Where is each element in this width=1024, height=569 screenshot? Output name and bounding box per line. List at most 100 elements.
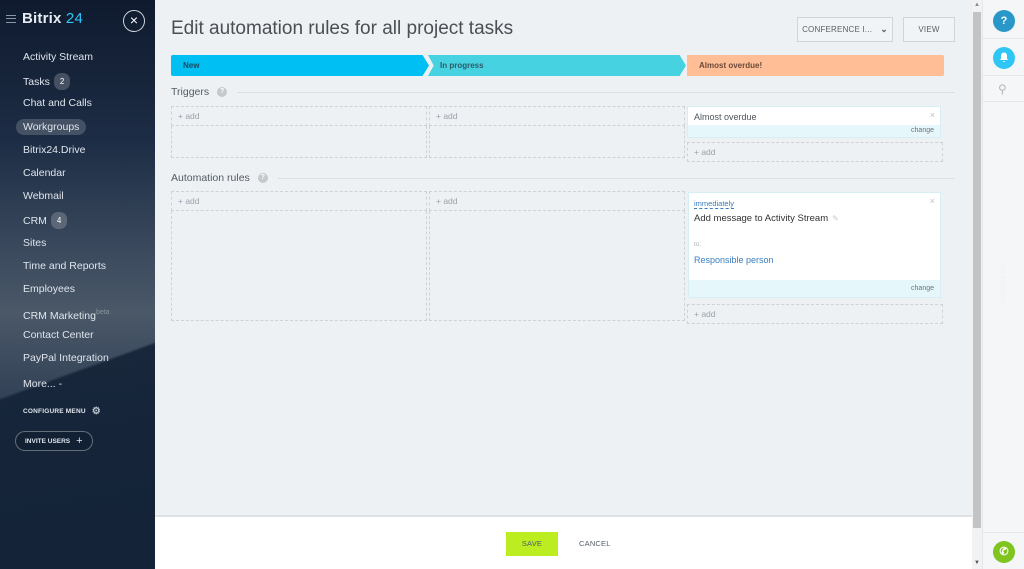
add-rule-in-progress[interactable]: + add: [429, 191, 685, 211]
logo[interactable]: Bitrix 24: [22, 10, 83, 27]
sidebar-item-webmail[interactable]: Webmail: [0, 185, 155, 208]
add-rule-new[interactable]: + add: [171, 191, 427, 211]
scroll-down-arrow-icon[interactable]: ▼: [974, 560, 980, 566]
divider: [983, 75, 1024, 76]
sidebar-item-label: Activity Stream: [23, 51, 94, 63]
rule-column-new: [171, 211, 427, 321]
stage-bar: New In progress Almost overdue!: [171, 55, 945, 76]
notifications-button[interactable]: [993, 47, 1015, 69]
sidebar-item-workgroups[interactable]: Workgroups: [0, 116, 155, 139]
sidebar-item-label: Calendar: [23, 166, 66, 179]
sidebar-item-calendar[interactable]: Calendar: [0, 162, 155, 185]
sidebar-item-label: Chat and Calls: [23, 97, 92, 110]
footer-bar: SAVE CANCEL: [155, 515, 972, 569]
sidebar-item-crm-marketing[interactable]: CRM Marketingbeta: [0, 301, 155, 324]
close-slider-button[interactable]: ×: [123, 10, 145, 32]
hamburger-menu-icon[interactable]: [6, 14, 16, 23]
phone-icon: ✆: [999, 546, 1009, 558]
chevron-down-icon: ⌄: [880, 24, 888, 34]
rule-card[interactable]: immediately × Add message to Activity St…: [688, 192, 941, 298]
rules-title: Automation rules: [171, 172, 250, 184]
sidebar: Bitrix 24 × Activity Stream Tasks 2 Chat …: [0, 0, 155, 569]
sidebar-item-crm[interactable]: CRM 4: [0, 208, 155, 231]
counter-badge: 2: [53, 73, 71, 91]
right-panel: ? ⚲ No contacts ✆: [982, 0, 1024, 569]
view-button-label: VIEW: [918, 25, 940, 34]
counter-badge: 4: [50, 212, 68, 230]
sidebar-item-label: Employees: [23, 282, 75, 295]
divider: [983, 101, 1024, 102]
divider: [983, 38, 1024, 39]
help-icon[interactable]: ?: [257, 173, 268, 183]
scroll-up-arrow-icon[interactable]: ▲: [974, 2, 980, 8]
trigger-change-link[interactable]: change: [688, 125, 940, 137]
rules-heading: Automation rules ?: [171, 172, 955, 184]
conference-dropdown[interactable]: CONFERENCE I... ⌄: [797, 17, 893, 42]
sidebar-item-chat-and-calls[interactable]: Chat and Calls: [0, 92, 155, 115]
sidebar-item-label: CRM Marketing: [23, 310, 96, 323]
rule-change-link[interactable]: change: [689, 280, 940, 297]
call-button[interactable]: ✆: [993, 541, 1015, 563]
close-icon: ×: [129, 12, 139, 28]
logo-number: 24: [65, 10, 84, 27]
trigger-card[interactable]: Almost overdue × change: [687, 106, 941, 138]
search-icon[interactable]: ⚲: [998, 82, 1007, 96]
divider: [277, 177, 955, 179]
scrollbar[interactable]: ▲ ▼: [972, 0, 982, 569]
sidebar-item-paypal-integration[interactable]: PayPal Integration: [0, 347, 155, 370]
sidebar-item-label: PayPal Integration: [23, 352, 109, 365]
sidebar-item-time-and-reports[interactable]: Time and Reports: [0, 255, 155, 278]
configure-menu-button[interactable]: CONFIGURE MENU ⚙: [23, 406, 101, 417]
sidebar-item-label: Workgroups: [16, 118, 87, 135]
scrollbar-thumb[interactable]: [973, 12, 981, 528]
triggers-heading: Triggers ?: [171, 86, 955, 98]
cancel-button[interactable]: CANCEL: [579, 532, 611, 556]
help-button[interactable]: ?: [993, 10, 1015, 32]
stage-in-progress: In progress: [428, 55, 686, 76]
help-icon[interactable]: ?: [217, 87, 228, 97]
rule-title-text: Add message to Activity Stream: [694, 213, 829, 224]
triggers-title: Triggers: [171, 86, 210, 98]
sidebar-item-label: More... -: [23, 377, 63, 390]
trigger-column-new: [171, 126, 427, 158]
pencil-icon[interactable]: ✎: [832, 214, 839, 223]
conference-dropdown-label: CONFERENCE I...: [802, 25, 873, 34]
add-trigger-in-progress[interactable]: + add: [429, 106, 685, 126]
add-trigger-new[interactable]: + add: [171, 106, 427, 126]
rule-column-in-progress: [429, 211, 685, 321]
rule-timing-link[interactable]: immediately: [694, 199, 735, 209]
sidebar-item-label: Tasks: [23, 76, 50, 89]
sidebar-item-activity-stream[interactable]: Activity Stream: [0, 46, 155, 69]
close-icon[interactable]: ×: [930, 110, 935, 120]
logo-row: Bitrix 24: [6, 10, 83, 27]
sidebar-item-tasks[interactable]: Tasks 2: [0, 69, 155, 92]
close-icon[interactable]: ×: [930, 196, 935, 206]
stage-almost-overdue: Almost overdue!: [687, 55, 944, 76]
add-rule-almost-overdue[interactable]: + add: [687, 304, 943, 324]
add-trigger-almost-overdue[interactable]: + add: [687, 142, 943, 162]
help-icon: ?: [1000, 15, 1008, 27]
sidebar-item-employees[interactable]: Employees: [0, 278, 155, 301]
main-panel: Edit automation rules for all project ta…: [155, 0, 972, 569]
sidebar-item-drive[interactable]: Bitrix24.Drive: [0, 139, 155, 162]
sidebar-item-more[interactable]: More... -: [0, 373, 155, 396]
sidebar-item-sites[interactable]: Sites: [0, 232, 155, 255]
sidebar-item-label: Time and Reports: [23, 259, 107, 272]
sidebar-item-label: Webmail: [23, 190, 64, 203]
logo-name: Bitrix: [22, 10, 62, 27]
sidebar-item-label: CRM: [23, 215, 47, 228]
sidebar-menu: Activity Stream Tasks 2 Chat and Calls Wo…: [0, 46, 155, 396]
view-button[interactable]: VIEW: [903, 17, 955, 42]
sidebar-item-contact-center[interactable]: Contact Center: [0, 324, 155, 347]
sidebar-item-label: Sites: [23, 236, 47, 249]
save-button[interactable]: SAVE: [506, 532, 558, 556]
invite-users-button[interactable]: INVITE USERS +: [15, 431, 93, 451]
plus-icon: +: [76, 435, 83, 447]
divider: [983, 532, 1024, 533]
divider: [237, 91, 955, 93]
sidebar-item-label: Contact Center: [23, 329, 94, 342]
rule-recipient[interactable]: Responsible person: [694, 255, 774, 265]
page-title: Edit automation rules for all project ta…: [171, 18, 514, 39]
contacts-empty-text: No contacts: [999, 265, 1006, 302]
rule-title: Add message to Activity Stream ✎: [694, 213, 839, 224]
